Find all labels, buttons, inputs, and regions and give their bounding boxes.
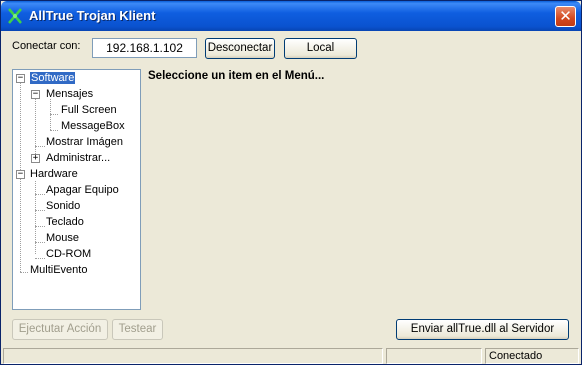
tree-item-messagebox[interactable]: MessageBox [61,119,125,134]
tree-item-label: Mensajes [46,88,94,100]
title-bar[interactable]: AllTrue Trojan Klient ✕ [1,1,581,31]
connect-label: Conectar con: [12,40,81,52]
disconnect-button[interactable]: Desconectar [205,38,275,59]
tree-item-hardware[interactable]: Hardware [30,167,78,182]
tree-item-label: Full Screen [61,104,117,116]
send-dll-button[interactable]: Enviar allTrue.dll al Servidor [396,319,569,340]
close-button[interactable]: ✕ [555,6,576,27]
collapse-icon[interactable]: − [31,90,40,99]
status-pane-1 [3,348,383,364]
test-button[interactable]: Testear [112,319,163,340]
connection-status: Conectado [485,348,579,364]
tree-item-full-screen[interactable]: Full Screen [61,103,117,118]
collapse-icon[interactable]: − [16,170,25,179]
local-button[interactable]: Local [284,38,357,59]
tree-item-label: MessageBox [61,120,125,132]
window-title: AllTrue Trojan Klient [29,8,156,23]
tree-item-mostrar-imagen[interactable]: Mostrar Imágen [46,135,123,150]
tree-item-label: Mostrar Imágen [46,136,124,148]
app-window: AllTrue Trojan Klient ✕ Conectar con: 19… [0,0,582,365]
tree-item-teclado[interactable]: Teclado [46,215,84,230]
trojan-app-icon [8,8,22,24]
tree-item-mensajes[interactable]: Mensajes [46,87,93,102]
tree-item-label: MultiEvento [30,264,88,276]
ip-address-input[interactable]: 192.168.1.102 [92,38,197,58]
tree-item-administrar[interactable]: Administrar... [46,151,110,166]
execute-action-button[interactable]: Ejectutar Acción [12,319,108,340]
menu-tree[interactable]: − Software − Mensajes Full Screen Messag… [12,69,141,310]
tree-item-label: Teclado [46,216,84,228]
tree-item-software[interactable]: Software [28,71,77,86]
tree-item-label: Administrar... [46,152,111,164]
tree-item-label: Mouse [46,232,80,244]
status-bar: Conectado [1,347,581,365]
tree-item-label: Hardware [30,168,78,180]
collapse-icon[interactable]: − [16,74,25,83]
tree-item-apagar-equipo[interactable]: Apagar Equipo [46,183,119,198]
tree-item-sonido[interactable]: Sonido [46,199,80,214]
tree-item-label: Apagar Equipo [46,184,119,196]
status-pane-2 [386,348,482,364]
tree-item-label: Sonido [46,200,81,212]
expand-icon[interactable]: + [31,154,40,163]
tree-item-mouse[interactable]: Mouse [46,231,79,246]
main-message: Seleccione un item en el Menú... [148,70,325,82]
tree-item-cd-rom[interactable]: CD-ROM [46,247,91,262]
tree-item-label: Software [28,71,77,85]
tree-item-label: CD-ROM [46,248,92,260]
tree-item-multievento[interactable]: MultiEvento [30,263,87,278]
close-icon: ✕ [559,7,572,25]
